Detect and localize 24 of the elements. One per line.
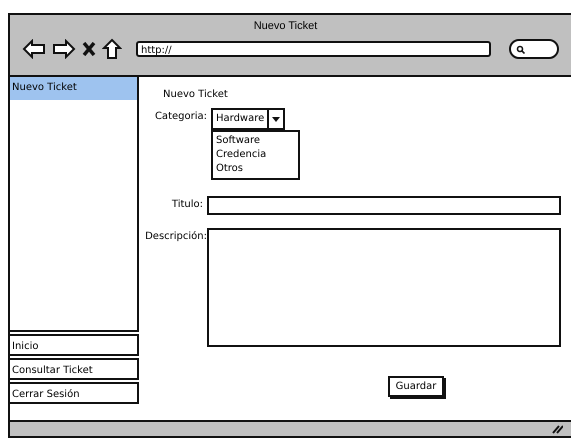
description-field[interactable] (207, 228, 561, 347)
back-icon[interactable] (22, 39, 46, 59)
caret-icon (272, 117, 280, 122)
sidebar-item[interactable]: Nuevo Ticket (10, 77, 137, 100)
window-title: Nuevo Ticket (254, 20, 318, 32)
field-label: Titulo: (170, 198, 204, 210)
dropdown-option[interactable]: Software (216, 134, 295, 148)
search-icon (516, 44, 525, 54)
field-label: Categoria: (154, 110, 208, 122)
dropdown-option[interactable]: Otros (216, 162, 295, 176)
url-field[interactable]: http:// (136, 41, 491, 57)
sidebar-item[interactable]: Consultar Ticket (10, 358, 139, 380)
save-button[interactable]: Guardar (388, 376, 444, 397)
title-field[interactable] (207, 196, 561, 215)
search-field[interactable] (509, 39, 559, 59)
field-label: Descripción: (144, 230, 207, 242)
dropdown-option[interactable]: Credencia (216, 148, 295, 162)
dropdown-value: Hardware (213, 110, 270, 128)
forward-icon[interactable] (52, 39, 76, 59)
sidebar-item[interactable]: Cerrar Sesión (10, 382, 139, 404)
home-icon[interactable] (102, 38, 122, 60)
sidebar-item[interactable]: Inicio (10, 334, 139, 356)
form-heading: Nuevo Ticket (163, 89, 229, 100)
close-icon[interactable] (82, 41, 96, 57)
